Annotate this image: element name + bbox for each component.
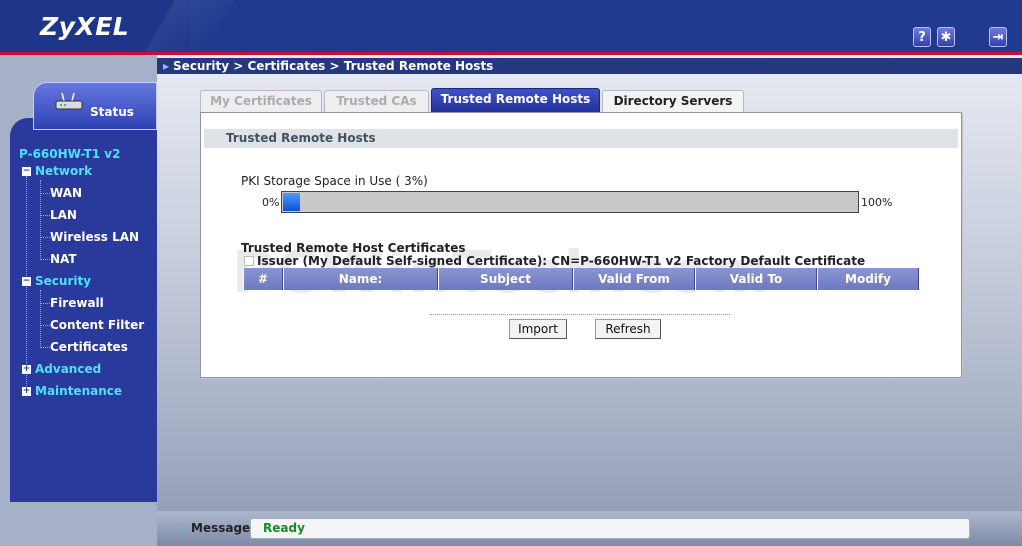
expand-icon[interactable]: +	[22, 386, 31, 396]
pki-storage-label: PKI Storage Space in Use ( 3%)	[241, 174, 428, 188]
tree-branch	[40, 325, 50, 326]
router-icon	[55, 93, 83, 110]
column-header-number: #	[243, 268, 283, 290]
sidebar-group-advanced[interactable]: + Advanced	[22, 362, 101, 376]
divider	[430, 314, 730, 315]
column-header-modify: Modify	[817, 268, 919, 290]
progress-max-label: 100%	[861, 196, 893, 209]
certificates-title: Trusted Remote Host Certificates	[241, 241, 466, 255]
sidebar-item-lan[interactable]: LAN	[50, 208, 77, 222]
arrow-icon: ▸	[163, 59, 170, 73]
import-button[interactable]: Import	[509, 319, 567, 339]
sidebar-item-firewall[interactable]: Firewall	[50, 296, 104, 310]
sidebar-group-security[interactable]: − Security	[22, 274, 91, 288]
sidebar-group-network[interactable]: − Network	[22, 164, 92, 178]
message-label: Message	[191, 521, 251, 535]
column-header-valid-from: Valid From	[573, 268, 695, 290]
sidebar-group-maintenance[interactable]: + Maintenance	[22, 384, 122, 398]
device-model: P-660HW-T1 v2	[19, 147, 121, 161]
pki-storage-fill	[283, 193, 300, 211]
breadcrumb: ▸ Security > Certificates > Trusted Remot…	[163, 58, 493, 74]
pki-storage-bar	[281, 191, 859, 213]
tab-my-certificates[interactable]: My Certificates	[200, 90, 322, 112]
tree-connector-security	[40, 290, 41, 348]
sidebar-group-label: Maintenance	[35, 384, 123, 398]
certificates-table-header: # Name: Subject Valid From Valid To Modi…	[243, 268, 919, 290]
tree-branch	[40, 193, 50, 194]
sidebar-item-nat[interactable]: NAT	[50, 252, 77, 266]
sidebar-item-wireless-lan[interactable]: Wireless LAN	[50, 230, 139, 244]
sidebar-group-label: Network	[35, 164, 93, 178]
tree-connector-network	[40, 180, 41, 260]
sidebar-group-label: Security	[35, 274, 92, 288]
column-header-subject: Subject	[438, 268, 573, 290]
collapse-icon[interactable]: −	[22, 166, 31, 176]
top-header: ZyXEL ? ✱ ⇥	[0, 0, 1022, 52]
sidebar-item-content-filter[interactable]: Content Filter	[50, 318, 144, 332]
sidebar-item-certificates[interactable]: Certificates	[50, 340, 128, 354]
message-value: Ready	[250, 518, 970, 539]
tab-directory-servers[interactable]: Directory Servers	[602, 90, 744, 112]
logout-icon[interactable]: ⇥	[989, 27, 1007, 47]
message-icon	[176, 523, 184, 531]
wizard-icon[interactable]: ✱	[937, 27, 955, 47]
zyxel-logo: ZyXEL	[40, 12, 130, 41]
tree-branch	[40, 215, 50, 216]
progress-min-label: 0%	[262, 196, 280, 209]
status-tab-label: Status	[90, 105, 134, 119]
tab-trusted-cas[interactable]: Trusted CAs	[324, 90, 429, 112]
help-icon[interactable]: ?	[913, 27, 931, 47]
refresh-button[interactable]: Refresh	[595, 319, 661, 339]
column-header-valid-to: Valid To	[695, 268, 817, 290]
sidebar-item-wan[interactable]: WAN	[50, 186, 82, 200]
breadcrumb-text: Security > Certificates > Trusted Remote…	[173, 59, 494, 73]
tree-branch	[40, 237, 50, 238]
tree-branch	[40, 347, 50, 348]
collapse-icon[interactable]: −	[22, 276, 31, 286]
issuer-checkbox[interactable]	[244, 256, 254, 266]
section-title: Trusted Remote Hosts	[204, 129, 958, 148]
status-tab[interactable]: Status	[33, 82, 157, 130]
tree-branch	[40, 259, 50, 260]
expand-icon[interactable]: +	[22, 364, 31, 374]
sidebar-group-label: Advanced	[35, 362, 102, 376]
column-header-name: Name:	[283, 268, 438, 290]
tab-trusted-remote-hosts[interactable]: Trusted Remote Hosts	[431, 88, 600, 112]
issuer-text: Issuer (My Default Self-signed Certifica…	[257, 254, 866, 268]
tree-branch	[40, 303, 50, 304]
